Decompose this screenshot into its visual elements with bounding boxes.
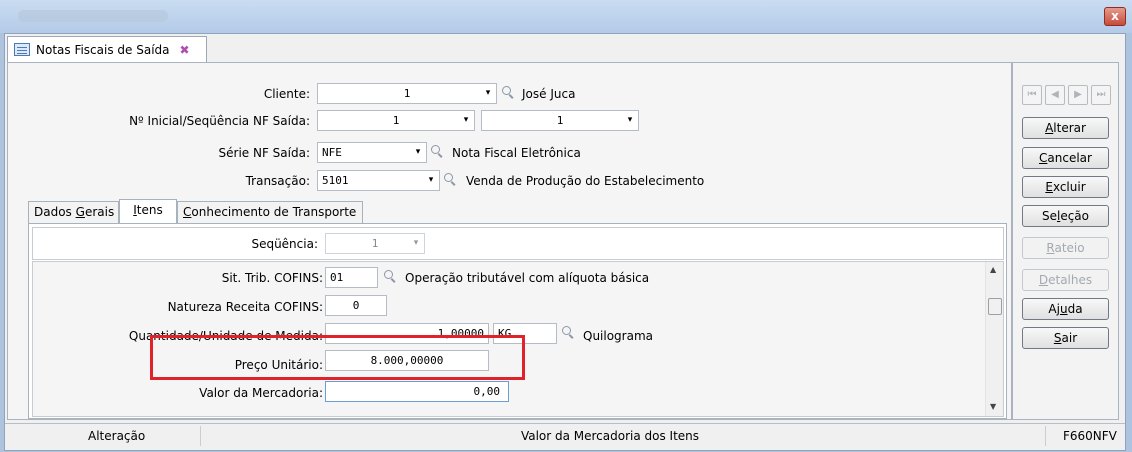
serie-search-icon[interactable] bbox=[430, 144, 444, 158]
alterar-post: lterar bbox=[1053, 121, 1086, 135]
status-divider bbox=[1045, 426, 1046, 446]
cliente-input[interactable]: 1 ▾ bbox=[317, 83, 497, 104]
action-panel: ⏮ ◀ ▶ ⏭ Alterar Cancelar Excluir Seleção… bbox=[1012, 62, 1119, 420]
sit-trib-label: Sit. Trib. COFINS: bbox=[221, 271, 323, 285]
unidade-description: Quilograma bbox=[583, 329, 654, 343]
document-tab-title: Notas Fiscais de Saída bbox=[36, 42, 170, 57]
detalhes-button[interactable]: Detalhes bbox=[1022, 269, 1109, 291]
tab-dados-gerais[interactable]: Dados Gerais bbox=[28, 201, 119, 223]
serie-input[interactable]: NFE ▾ bbox=[317, 142, 427, 163]
document-tab[interactable]: Notas Fiscais de Saída ✖ bbox=[7, 36, 207, 62]
window-titlebar: x bbox=[0, 0, 1132, 33]
valor-value: 0,00 bbox=[473, 385, 501, 398]
cancelar-button[interactable]: Cancelar bbox=[1022, 147, 1109, 169]
tab-dados-gerais-pre: Dados bbox=[34, 205, 76, 219]
cliente-search-icon[interactable] bbox=[501, 85, 515, 99]
sit-trib-input[interactable]: 01 bbox=[325, 267, 378, 288]
sequencia-label: Seqüência: bbox=[251, 237, 318, 251]
sair-post: air bbox=[1061, 331, 1078, 345]
nf-sequencia-input[interactable]: 1 ▾ bbox=[481, 110, 639, 131]
nf-sequencia-spin-icon[interactable]: ▾ bbox=[624, 113, 636, 128]
close-tab-icon[interactable]: ✖ bbox=[180, 43, 190, 57]
cliente-description: José Juca bbox=[522, 87, 576, 101]
valor-label: Valor da Mercadoria: bbox=[199, 386, 323, 400]
scroll-down-icon[interactable]: ▼ bbox=[990, 402, 996, 411]
tab-itens-post: tens bbox=[136, 203, 163, 217]
sequencia-value: 1 bbox=[371, 237, 379, 250]
ajuda-button[interactable]: Ajuda bbox=[1022, 298, 1109, 320]
previous-record-icon[interactable]: ◀ bbox=[1045, 85, 1065, 105]
serie-value: NFE bbox=[322, 146, 342, 159]
natureza-input[interactable]: 0 bbox=[325, 295, 387, 316]
sequencia-spin-icon[interactable]: ▾ bbox=[410, 236, 422, 251]
first-record-icon[interactable]: ⏮ bbox=[1022, 85, 1042, 105]
alterar-button[interactable]: Alterar bbox=[1022, 117, 1109, 139]
next-record-icon[interactable]: ▶ bbox=[1068, 85, 1088, 105]
transacao-dropdown-icon[interactable]: ▾ bbox=[425, 173, 437, 188]
vertical-scrollbar[interactable]: ▲ ▼ bbox=[985, 262, 1003, 416]
itens-tab-content: Seqüência: 1 ▾ Sit. Trib. COFINS: 01 Ope… bbox=[28, 223, 1007, 419]
sit-trib-description: Operação tributável com alíquota básica bbox=[405, 271, 650, 285]
status-form-code: F660NFV bbox=[1063, 429, 1117, 443]
cancelar-post: ancelar bbox=[1047, 151, 1092, 165]
nf-sequencia-value: 1 bbox=[556, 114, 564, 127]
excluir-post: xcluir bbox=[1052, 180, 1086, 194]
nf-inicial-spin-icon[interactable]: ▾ bbox=[460, 113, 472, 128]
sit-trib-search-icon[interactable] bbox=[383, 269, 397, 283]
tab-dados-gerais-key: G bbox=[75, 205, 85, 219]
nf-label: Nº Inicial/Seqüência NF Saída: bbox=[129, 114, 310, 128]
transacao-description: Venda de Produção do Estabelecimento bbox=[466, 174, 705, 188]
form-icon bbox=[14, 43, 30, 56]
scroll-up-icon[interactable]: ▲ bbox=[990, 265, 996, 274]
natureza-label: Natureza Receita COFINS: bbox=[167, 300, 323, 314]
nf-inicial-value: 1 bbox=[392, 114, 400, 127]
serie-dropdown-icon[interactable]: ▾ bbox=[412, 145, 424, 160]
rateio-button[interactable]: Rateio bbox=[1022, 237, 1109, 259]
excluir-key: E bbox=[1045, 180, 1053, 194]
scroll-thumb[interactable] bbox=[988, 298, 1002, 315]
tab-conhecimento-post: onhecimento de Transporte bbox=[191, 205, 357, 219]
status-hint: Valor da Mercadoria dos Itens bbox=[520, 429, 700, 443]
sequencia-panel: Seqüência: 1 ▾ bbox=[32, 227, 1004, 260]
tab-dados-gerais-post: erais bbox=[84, 205, 115, 219]
valor-input[interactable]: 0,00 bbox=[325, 381, 509, 402]
window-close-button[interactable]: x bbox=[1104, 7, 1126, 26]
natureza-value: 0 bbox=[352, 299, 360, 312]
ajuda-pre: Aj bbox=[1048, 302, 1060, 316]
selecao-pre: Se bbox=[1041, 209, 1057, 223]
sair-key: S bbox=[1053, 331, 1062, 345]
sair-button[interactable]: Sair bbox=[1022, 327, 1109, 349]
status-bar: Alteração Valor da Mercadoria dos Itens … bbox=[5, 423, 1125, 447]
window-title-obscured bbox=[18, 10, 168, 22]
serie-description: Nota Fiscal Eletrônica bbox=[452, 146, 581, 160]
sequencia-input[interactable]: 1 ▾ bbox=[325, 233, 425, 254]
ajuda-post: da bbox=[1067, 302, 1083, 316]
transacao-value: 5101 bbox=[322, 174, 349, 187]
excluir-button[interactable]: Excluir bbox=[1022, 176, 1109, 198]
ajuda-key: u bbox=[1059, 302, 1068, 316]
tab-conhecimento-transporte[interactable]: Conhecimento de Transporte bbox=[177, 201, 363, 223]
transacao-label: Transação: bbox=[245, 174, 310, 188]
status-mode: Alteração bbox=[88, 429, 146, 443]
record-navigation: ⏮ ◀ ▶ ⏭ bbox=[1022, 85, 1111, 105]
transacao-input[interactable]: 5101 ▾ bbox=[317, 170, 440, 191]
selecao-post: eção bbox=[1060, 209, 1090, 223]
cliente-label: Cliente: bbox=[263, 87, 310, 101]
tab-itens[interactable]: Itens bbox=[119, 199, 177, 223]
rateio-post: ateio bbox=[1054, 241, 1085, 255]
highlight-box bbox=[150, 335, 525, 380]
last-record-icon[interactable]: ⏭ bbox=[1091, 85, 1111, 105]
detalhes-post: etalhes bbox=[1048, 273, 1093, 287]
selecao-button[interactable]: Seleção bbox=[1022, 205, 1109, 227]
detalhes-key: D bbox=[1038, 273, 1049, 287]
cliente-value: 1 bbox=[403, 87, 411, 100]
cliente-dropdown-icon[interactable]: ▾ bbox=[482, 86, 494, 101]
nf-inicial-input[interactable]: 1 ▾ bbox=[317, 110, 475, 131]
unidade-search-icon[interactable] bbox=[561, 325, 575, 339]
sit-trib-value: 01 bbox=[330, 271, 344, 284]
serie-label: Série NF Saída: bbox=[218, 146, 310, 160]
transacao-search-icon[interactable] bbox=[443, 172, 457, 186]
